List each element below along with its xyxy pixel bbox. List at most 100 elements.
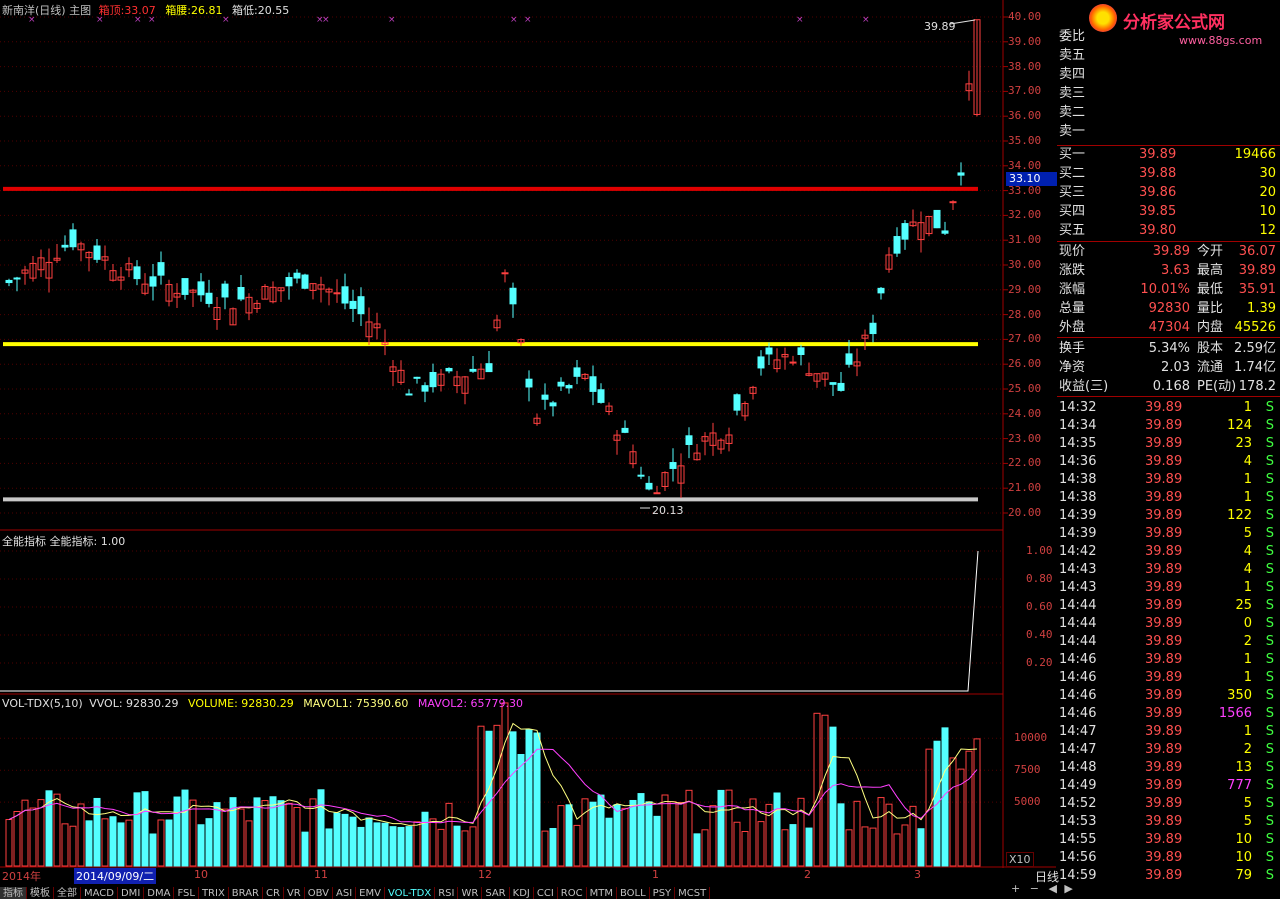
indicator-tab[interactable]: VR	[284, 887, 305, 899]
tick-price: 39.89	[1145, 814, 1183, 829]
indicator-tab[interactable]: RSI	[435, 887, 459, 899]
volume-bar	[261, 800, 269, 867]
indicator-tab[interactable]: BRAR	[229, 887, 263, 899]
indicator-tab[interactable]: ASI	[333, 887, 357, 899]
candle-body	[949, 201, 957, 204]
volume-bar	[965, 750, 973, 867]
tick-side: S	[1265, 580, 1274, 595]
indicator-tab[interactable]: KDJ	[510, 887, 534, 899]
tick-price: 39.89	[1145, 580, 1183, 595]
candle-body	[557, 381, 565, 387]
indicator-tab[interactable]: MACD	[81, 887, 118, 899]
indicator-tab[interactable]: PSY	[650, 887, 676, 899]
scroll-left-button[interactable]: ◀	[1048, 882, 1056, 895]
volume-bar	[29, 807, 37, 867]
tick-time: 14:34	[1059, 418, 1097, 433]
finance-row: 换手 5.34% 股本 2.59亿	[1057, 340, 1280, 358]
tick-row: 14:39 39.89 5 S	[1057, 525, 1280, 543]
tick-price: 39.89	[1145, 706, 1183, 721]
tick-volume: 1	[1243, 400, 1252, 415]
candle-body	[589, 376, 597, 392]
quote-value: 36.07	[1238, 244, 1276, 259]
indicator-tab[interactable]: CR	[263, 887, 284, 899]
month-label: 2	[804, 868, 811, 881]
box-mid-value: 26.81	[191, 4, 223, 17]
ask-label: 卖四	[1059, 67, 1086, 82]
candle-body	[405, 393, 413, 396]
volume-bar	[837, 803, 845, 867]
indicator-tab[interactable]: 模板	[27, 887, 54, 899]
indicator-tab[interactable]: DMI	[118, 887, 145, 899]
current-price-tag: 33.10	[1006, 172, 1057, 186]
indicator-tab[interactable]: MTM	[587, 887, 617, 899]
indicator-line	[0, 550, 979, 692]
volume-bar	[293, 806, 301, 867]
chart-canvas[interactable]: × × × × × ×× × × × × ×	[0, 0, 1056, 895]
price-axis-label: 32.00	[1008, 208, 1042, 222]
tick-time: 14:56	[1059, 850, 1097, 865]
indicator-tab[interactable]: SAR	[482, 887, 510, 899]
candle-body	[237, 287, 245, 300]
ask-label: 卖二	[1059, 105, 1086, 120]
tick-side: S	[1265, 760, 1274, 775]
tick-price: 39.89	[1145, 436, 1183, 451]
candle-body	[893, 236, 901, 254]
indicator-tab[interactable]: OBV	[305, 887, 333, 899]
vvol-value: VVOL: 92830.29	[89, 697, 179, 710]
volume-bar	[661, 794, 669, 867]
ask-label: 卖一	[1059, 124, 1086, 139]
quote-label: 内盘	[1197, 320, 1224, 335]
tick-volume: 13	[1235, 760, 1252, 775]
volume-bar	[573, 824, 581, 867]
volume-bar	[341, 813, 349, 867]
tick-row: 14:38 39.89 1 S	[1057, 489, 1280, 507]
candle-body	[509, 287, 517, 305]
candle-body	[293, 272, 301, 279]
indicator-tab[interactable]: CCI	[534, 887, 558, 899]
zoom-in-button[interactable]: +	[1011, 882, 1020, 895]
volume-bar	[317, 789, 325, 867]
tick-side: S	[1265, 670, 1274, 685]
indicator-tab[interactable]: FSL	[174, 887, 199, 899]
tick-side: S	[1265, 814, 1274, 829]
tick-volume: 4	[1243, 562, 1252, 577]
indicator-tab[interactable]: VOL-TDX	[385, 887, 436, 899]
volume-bar	[421, 811, 429, 867]
bid-label: 买二	[1059, 166, 1086, 181]
tick-volume: 10	[1235, 832, 1252, 847]
signal-marker: ×	[862, 15, 870, 25]
indicator-tab[interactable]: TRIX	[199, 887, 229, 899]
tick-time: 14:47	[1059, 724, 1097, 739]
kline-chart-area[interactable]: × × × × × × × × × × × × 新南洋(日线) 主图 箱顶:33.07 箱腰:26.8…	[0, 0, 1057, 899]
quote-label: 涨幅	[1059, 282, 1086, 297]
candle-body	[933, 209, 941, 229]
bid-price: 39.80	[1139, 223, 1177, 238]
zoom-out-button[interactable]: −	[1030, 882, 1039, 895]
volume-bar	[5, 819, 13, 867]
indicator-tab[interactable]: 指标	[0, 887, 27, 899]
scroll-right-button[interactable]: ▶	[1064, 882, 1072, 895]
bid-price: 39.88	[1139, 166, 1177, 181]
indicator-tab[interactable]: DMA	[144, 887, 175, 899]
candle-body	[757, 356, 765, 369]
volume-bar	[429, 818, 437, 867]
tick-time: 14:44	[1059, 598, 1097, 613]
bid-row: 买二 39.88 30	[1057, 165, 1280, 183]
tick-side: S	[1265, 796, 1274, 811]
indicator-tab[interactable]: BOLL	[617, 887, 650, 899]
month-label: 10	[194, 868, 208, 881]
selected-date[interactable]: 2014/09/09/二	[74, 868, 157, 884]
volume-bar	[477, 725, 485, 867]
indicator-tab[interactable]: WR	[458, 887, 483, 899]
volume-bar	[757, 821, 765, 867]
indicator-tab[interactable]: 全部	[54, 887, 81, 899]
indicator-tab[interactable]: EMV	[356, 887, 385, 899]
volume-bar	[853, 800, 861, 867]
stock-title: 新南洋(日线) 主图	[2, 4, 92, 17]
volume-bar	[285, 802, 293, 867]
candle-body	[301, 274, 309, 289]
indicator-tab[interactable]: MCST	[675, 887, 711, 899]
signal-marker: ×	[322, 15, 330, 25]
indicator-tab[interactable]: ROC	[558, 887, 587, 899]
price-axis-label: 29.00	[1008, 282, 1042, 296]
